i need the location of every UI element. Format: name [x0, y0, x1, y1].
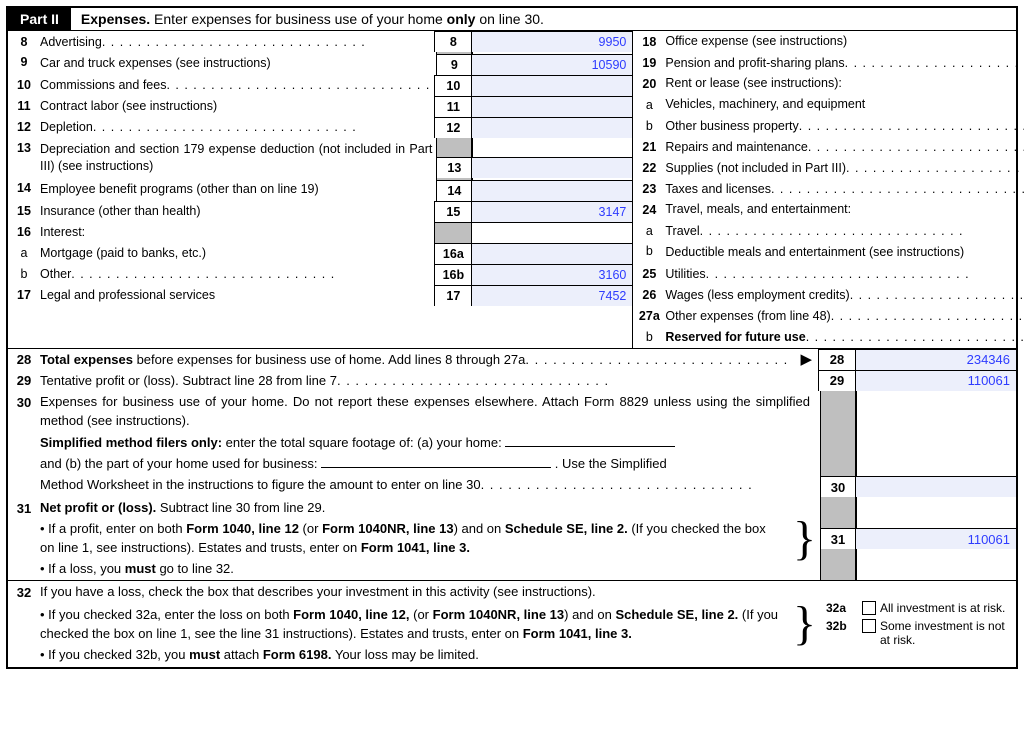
line-26: 26Wages (less employment credits)2613300… [633, 285, 1024, 306]
line-16: 16Interest: [8, 222, 632, 243]
line-31: 31 Net profit or (loss). Subtract line 3… [8, 497, 1016, 580]
line-24a: aTravel24a [633, 220, 1024, 241]
brace-icon: } [789, 522, 820, 556]
line-18: 18Office expense (see instructions)18115… [633, 31, 1024, 52]
form-schedule-c-part-ii: Part II Expenses. Enter expenses for bus… [6, 6, 1018, 669]
line-30: 30 Expenses for business use of your hom… [8, 391, 1016, 497]
value-11[interactable] [472, 96, 632, 117]
part-header: Part II Expenses. Enter expenses for bus… [8, 8, 1016, 31]
line-22: 22Supplies (not included in Part III)227… [633, 157, 1024, 178]
line-20b: bOther business property20b15360 [633, 115, 1024, 136]
line-20: 20Rent or lease (see instructions): [633, 73, 1024, 94]
line-13: 13Depreciation and section 179 expense d… [8, 138, 632, 178]
line-32: 32 If you have a loss, check the box tha… [8, 580, 1016, 666]
home-sqft-input[interactable] [505, 434, 675, 447]
checkbox-32b[interactable] [862, 619, 876, 633]
cell-31-num: 31 [820, 528, 856, 549]
line-8: 8Advertising89950 [8, 31, 632, 52]
left-column: 8Advertising899509Car and truck expenses… [8, 31, 633, 348]
business-sqft-input[interactable] [321, 455, 551, 468]
line-25: 25Utilities2514606 [633, 264, 1024, 285]
cell-29-value[interactable]: 110061 [856, 370, 1016, 391]
cell-28-value[interactable]: 234346 [856, 349, 1016, 370]
brace-icon: } [789, 607, 820, 641]
line-9: 9Car and truck expenses (see instruction… [8, 52, 632, 75]
line-27a: 27aOther expenses (from line 48)27a14904 [633, 306, 1024, 327]
cell-31-value[interactable]: 110061 [856, 528, 1016, 549]
bottom-section: 28 Total expenses before expenses for bu… [8, 348, 1016, 667]
line-15: 15Insurance (other than health)153147 [8, 201, 632, 222]
value-14[interactable] [472, 180, 632, 201]
expense-columns: 8Advertising899509Car and truck expenses… [8, 31, 1016, 348]
value-16a[interactable] [472, 243, 632, 264]
line-23: 23Taxes and licenses232043 [633, 178, 1024, 199]
line-14: 14Employee benefit programs (other than … [8, 178, 632, 201]
line-21: 21Repairs and maintenance21 [633, 136, 1024, 157]
value-12[interactable] [472, 117, 632, 138]
line-12: 12Depletion12 [8, 117, 632, 138]
value-13[interactable] [472, 157, 632, 178]
value-10[interactable] [472, 75, 632, 96]
value-16b[interactable]: 3160 [472, 264, 632, 285]
line-11: 11Contract labor (see instructions)11 [8, 96, 632, 117]
part-badge: Part II [8, 8, 71, 30]
line-16b: bOther16b3160 [8, 264, 632, 285]
line-29: 29 Tentative profit or (loss). Subtract … [8, 370, 1016, 391]
checkbox-32a[interactable] [862, 601, 876, 615]
line-19: 19Pension and profit-sharing plans19 [633, 52, 1024, 73]
arrow-icon: ▶ [794, 350, 818, 368]
line-10: 10Commissions and fees10 [8, 75, 632, 96]
line-28: 28 Total expenses before expenses for bu… [8, 349, 1016, 370]
line-24: 24Travel, meals, and entertainment: [633, 199, 1024, 220]
cell-29-num: 29 [818, 370, 856, 391]
part-title: Expenses. Enter expenses for business us… [71, 11, 544, 27]
line-20a: aVehicles, machinery, and equipment20a [633, 94, 1024, 115]
line-16a: aMortgage (paid to banks, etc.)16a [8, 243, 632, 264]
value-9[interactable]: 10590 [472, 54, 632, 75]
value-8[interactable]: 9950 [472, 31, 632, 52]
line-27b: bReserved for future use27b [633, 327, 1024, 348]
cell-30-num: 30 [820, 476, 856, 497]
right-column: 18Office expense (see instructions)18115… [633, 31, 1024, 348]
line-17: 17Legal and professional services177452 [8, 285, 632, 306]
checkbox-32a-row: 32a All investment is at risk. [820, 599, 1016, 617]
cell-28-num: 28 [818, 349, 856, 370]
checkbox-32b-row: 32b Some investment is not at risk. [820, 617, 1016, 649]
value-17[interactable]: 7452 [472, 285, 632, 306]
value-15[interactable]: 3147 [472, 201, 632, 222]
line-24b: bDeductible meals and entertainment (see… [633, 241, 1024, 264]
cell-30-value[interactable] [856, 476, 1016, 497]
